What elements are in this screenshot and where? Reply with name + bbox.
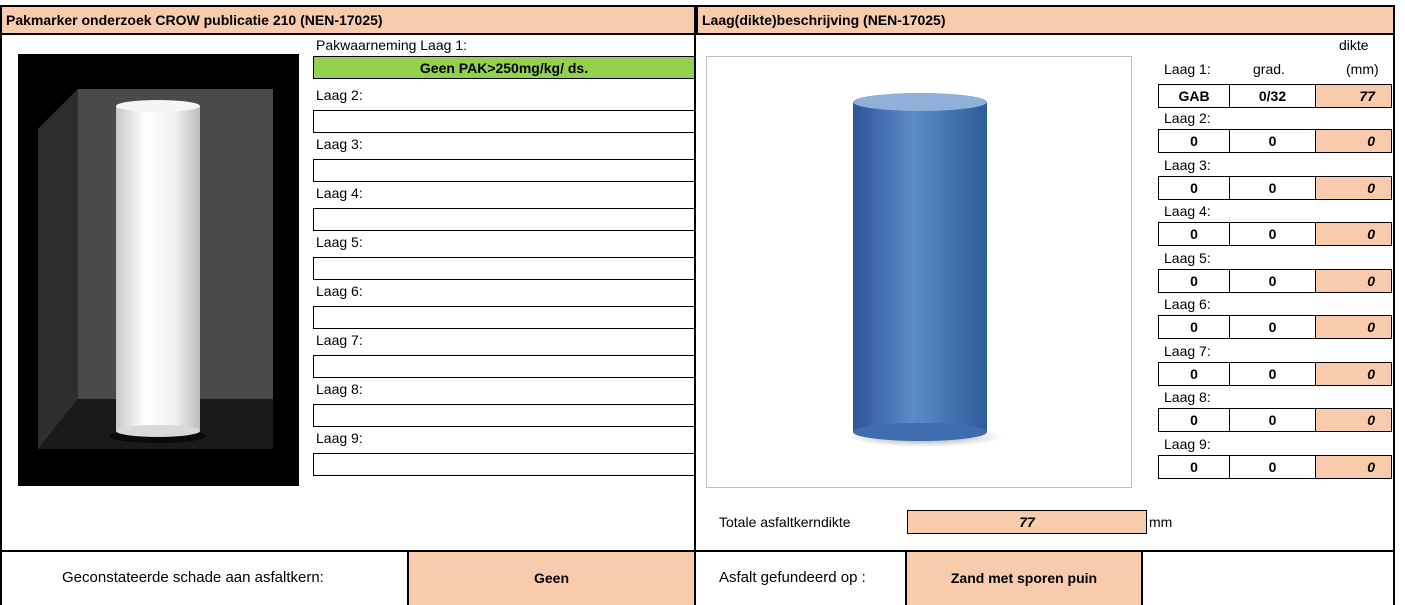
pak-layer-label: Laag 6: xyxy=(316,283,363,299)
layer-label: Laag 4: xyxy=(1164,203,1211,219)
pak-layer-value[interactable] xyxy=(313,404,695,427)
layer-grad-cell[interactable]: 0 xyxy=(1229,175,1316,200)
layer-dikte-cell[interactable]: 0 xyxy=(1315,268,1392,293)
layer-label: Laag 9: xyxy=(1164,435,1211,452)
right-frame-line xyxy=(1393,35,1395,605)
right-panel-title: Laag(dikte)beschrijving (NEN-17025) xyxy=(696,5,1395,35)
layer-type-cell[interactable]: 0 xyxy=(1158,361,1230,386)
core-3d-frame xyxy=(706,56,1132,488)
layer-dikte-cell[interactable]: 0 xyxy=(1315,222,1392,246)
layer-label: Laag 7: xyxy=(1164,342,1211,359)
layer-label: Laag 6: xyxy=(1164,296,1211,312)
layer-type-cell[interactable]: 0 xyxy=(1158,454,1230,479)
left-frame-line xyxy=(0,35,2,605)
col-mm-header: (mm) xyxy=(1346,61,1379,77)
left-panel-title: Pakmarker onderzoek CROW publicatie 210 … xyxy=(0,5,696,35)
pak-layer-label: Laag 2: xyxy=(316,87,363,103)
layer-label: Laag 5: xyxy=(1164,249,1211,266)
layer-grad-cell[interactable]: 0 xyxy=(1229,408,1316,432)
pak-layer-label: Laag 7: xyxy=(316,332,363,348)
bottom-separator xyxy=(0,550,1395,552)
layer-label: Laag 1: xyxy=(1164,61,1211,77)
pak-core-photo xyxy=(18,54,299,486)
pak-layer-label: Laag 4: xyxy=(316,185,363,201)
pak-layer-label: Laag 5: xyxy=(316,234,363,250)
layer-grad-cell[interactable]: 0 xyxy=(1229,129,1316,153)
layer-type-cell[interactable]: GAB xyxy=(1158,84,1230,108)
layer-dikte-cell[interactable]: 0 xyxy=(1315,315,1392,339)
pak-layer-value[interactable] xyxy=(313,306,695,329)
layer-type-cell[interactable]: 0 xyxy=(1158,315,1230,339)
pak-layer-value[interactable] xyxy=(313,453,695,476)
pak-layer-label: Laag 8: xyxy=(316,381,363,397)
layer-label: Laag 8: xyxy=(1164,389,1211,405)
layer-dikte-cell[interactable]: 0 xyxy=(1315,408,1392,432)
layer-type-cell[interactable]: 0 xyxy=(1158,268,1230,293)
total-unit: mm xyxy=(1149,514,1173,530)
layer-grad-cell[interactable]: 0/32 xyxy=(1229,84,1316,108)
col-grad-header: grad. xyxy=(1253,61,1285,77)
pak-layer-label: Laag 3: xyxy=(316,136,363,152)
foundation-value[interactable]: Zand met sporen puin xyxy=(907,552,1141,605)
layer-dikte-cell[interactable]: 0 xyxy=(1315,129,1392,153)
layer-type-cell[interactable]: 0 xyxy=(1158,175,1230,200)
pak-layer-value[interactable] xyxy=(313,159,695,182)
pak-layer1-label: Pakwaarneming Laag 1: xyxy=(316,37,467,53)
pak-layer-value[interactable] xyxy=(313,257,695,280)
layer-type-cell[interactable]: 0 xyxy=(1158,222,1230,246)
layer-grad-cell[interactable]: 0 xyxy=(1229,315,1316,339)
layer-type-cell[interactable]: 0 xyxy=(1158,129,1230,153)
foundation-label: Asfalt gefundeerd op : xyxy=(719,569,866,586)
col-dikte-header: dikte xyxy=(1339,37,1369,53)
white-core-image xyxy=(18,54,299,486)
damage-value[interactable]: Geen xyxy=(409,552,694,605)
layer-dikte-cell[interactable]: 0 xyxy=(1315,175,1392,200)
layer-dikte-cell[interactable]: 77 xyxy=(1315,84,1392,108)
layer-dikte-cell[interactable]: 0 xyxy=(1315,454,1392,479)
pak-layer-value[interactable] xyxy=(313,355,695,378)
layer-label: Laag 2: xyxy=(1164,110,1211,126)
layer-label: Laag 3: xyxy=(1164,156,1211,173)
blue-core-image xyxy=(847,93,1003,447)
layer-dikte-cell[interactable]: 0 xyxy=(1315,361,1392,386)
layer-grad-cell[interactable]: 0 xyxy=(1229,222,1316,246)
foundation-end-line xyxy=(1141,552,1143,605)
pak-layer-label: Laag 9: xyxy=(316,430,363,446)
layer-grad-cell[interactable]: 0 xyxy=(1229,454,1316,479)
total-label: Totale asfaltkerndikte xyxy=(719,514,851,530)
pak-layer-value[interactable] xyxy=(313,110,695,133)
pak-layer-value[interactable] xyxy=(313,208,695,231)
layer-type-cell[interactable]: 0 xyxy=(1158,408,1230,432)
layer-grad-cell[interactable]: 0 xyxy=(1229,268,1316,293)
layer-grad-cell[interactable]: 0 xyxy=(1229,361,1316,386)
damage-label: Geconstateerde schade aan asfaltkern: xyxy=(62,569,324,586)
pak-layer1-value[interactable]: Geen PAK>250mg/kg/ ds. xyxy=(313,56,695,79)
total-value[interactable]: 77 xyxy=(907,510,1147,534)
